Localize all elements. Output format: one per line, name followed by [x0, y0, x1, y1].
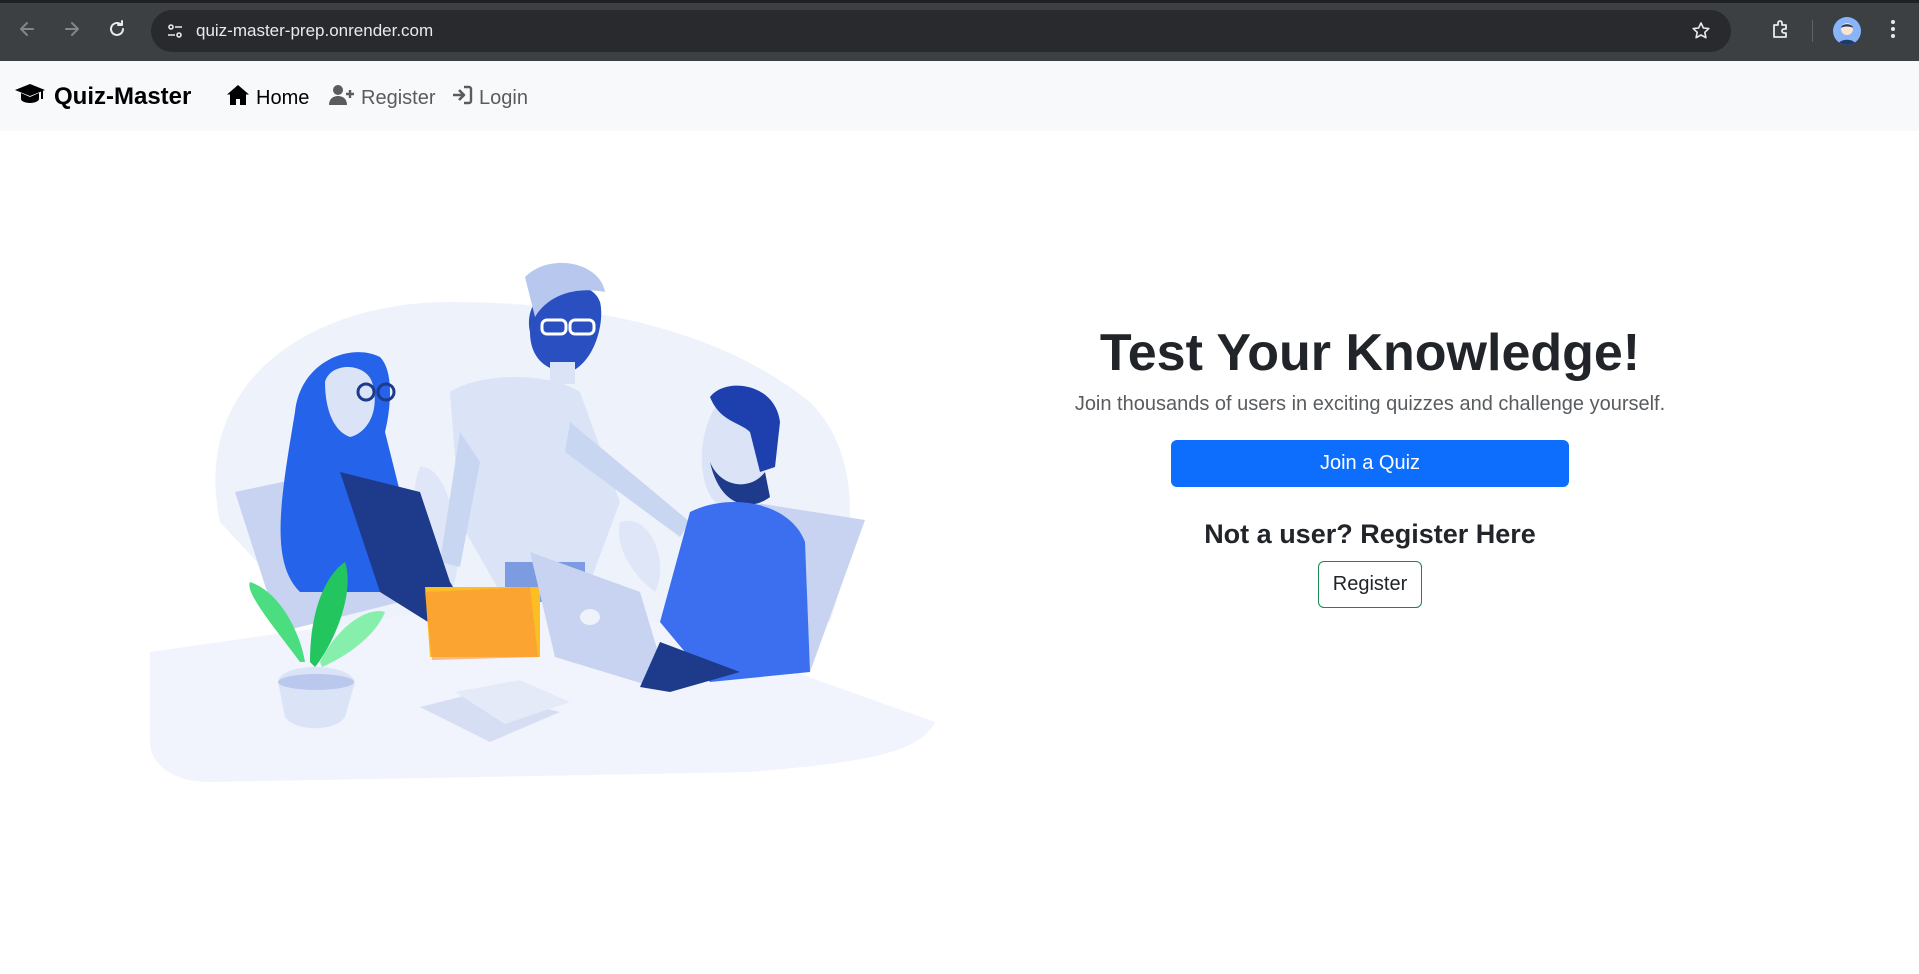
nav-home[interactable]: Home: [226, 84, 309, 112]
profile-avatar[interactable]: [1833, 17, 1861, 45]
hero-section: Test Your Knowledge! Join thousands of u…: [1030, 318, 1710, 608]
extensions-icon[interactable]: [1766, 14, 1796, 44]
nav-register-label: Register: [361, 86, 436, 109]
sign-in-icon: [451, 84, 473, 112]
nav-login-label: Login: [479, 86, 528, 109]
nav-home-label: Home: [256, 86, 310, 109]
forward-arrow-icon[interactable]: [57, 14, 87, 44]
hero-illustration: [150, 262, 940, 792]
nav-register[interactable]: Register: [329, 84, 435, 112]
more-menu-icon[interactable]: [1878, 14, 1908, 44]
join-quiz-button[interactable]: Join a Quiz: [1171, 440, 1569, 487]
bookmark-star-icon[interactable]: [1689, 19, 1713, 43]
register-prompt: Not a user? Register Here: [1204, 519, 1536, 549]
back-arrow-icon[interactable]: [12, 14, 42, 44]
hero-subtitle: Join thousands of users in exciting quiz…: [1074, 393, 1666, 415]
home-icon: [226, 84, 250, 112]
site-info-icon[interactable]: [161, 17, 189, 45]
user-plus-icon: [329, 84, 355, 112]
tab-strip: [0, 0, 1919, 3]
browser-toolbar: quiz-master-prep.onrender.com: [0, 0, 1919, 61]
reload-icon[interactable]: [102, 14, 132, 44]
navbar: Quiz-Master Home Register Login: [0, 61, 1919, 131]
toolbar-divider: [1812, 20, 1813, 42]
url-text[interactable]: quiz-master-prep.onrender.com: [196, 21, 433, 41]
register-button[interactable]: Register: [1318, 561, 1422, 608]
address-bar[interactable]: quiz-master-prep.onrender.com: [151, 10, 1731, 52]
nav-login[interactable]: Login: [451, 84, 528, 112]
hero-title: Test Your Knowledge!: [1099, 324, 1641, 382]
brand-title: Quiz-Master: [54, 82, 192, 110]
graduation-cap-icon: [14, 82, 46, 111]
brand-link[interactable]: Quiz-Master: [14, 82, 191, 111]
